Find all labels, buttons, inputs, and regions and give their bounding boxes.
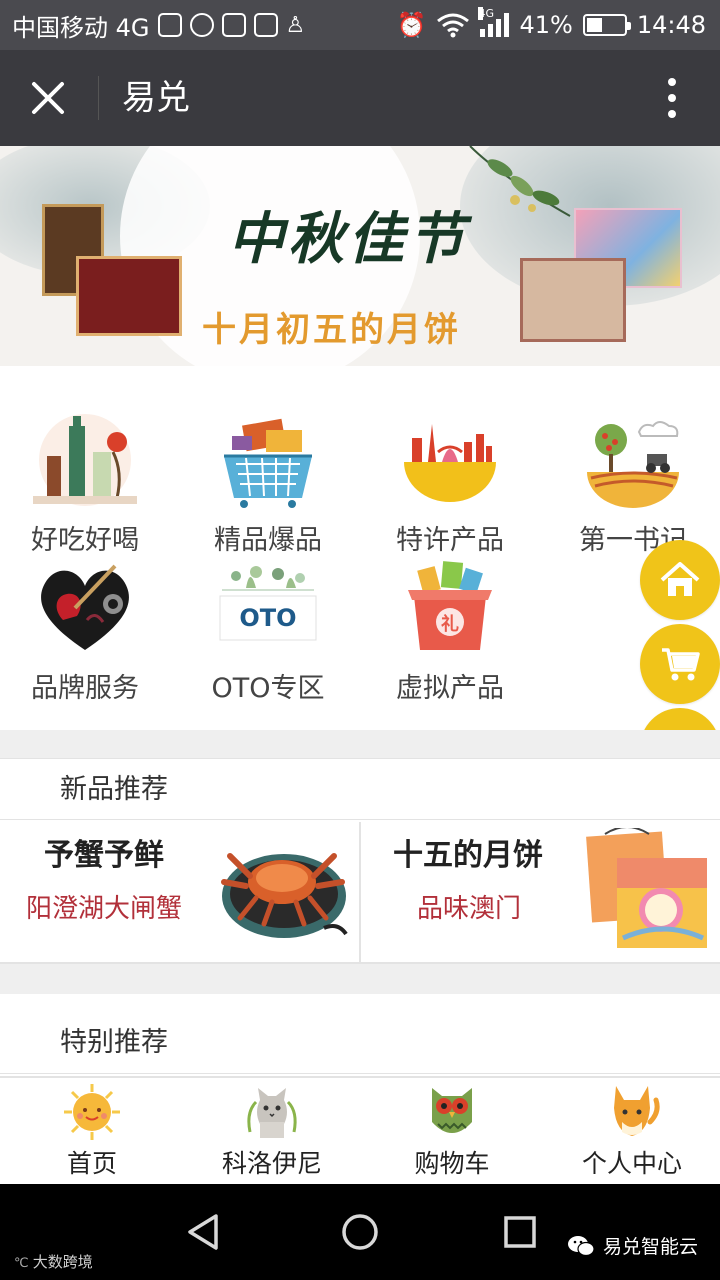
new-products-header: 新品推荐 bbox=[0, 758, 720, 820]
category-label: 精品爆品 bbox=[214, 525, 322, 556]
battery-fill bbox=[586, 18, 602, 32]
network-badge: 4G bbox=[478, 7, 495, 20]
tab-label: 个人中心 bbox=[581, 1149, 682, 1178]
close-icon bbox=[32, 82, 64, 114]
category-grid: 好吃好喝 精品爆品 特许产品 第一书记 品牌服务 OTO OTO专区 礼 虚拟产… bbox=[0, 366, 720, 730]
sun-face-icon bbox=[62, 1082, 122, 1142]
watermark-left: ℃ 大数跨境 bbox=[14, 1251, 93, 1272]
fox-icon bbox=[602, 1082, 662, 1142]
promo-card-crab[interactable]: 予蟹予鲜 阳澄湖大闸蟹 bbox=[0, 822, 357, 962]
owl-icon bbox=[422, 1082, 482, 1142]
recents-square-icon bbox=[504, 1216, 536, 1248]
category-food-drink[interactable]: 好吃好喝 bbox=[0, 412, 175, 557]
cart-icon bbox=[662, 648, 700, 681]
home-nav-button[interactable] bbox=[330, 1206, 390, 1258]
wifi-icon bbox=[437, 13, 470, 38]
battery-icon bbox=[582, 14, 631, 36]
food-drink-icon bbox=[33, 412, 137, 508]
leaves-graphic bbox=[469, 146, 571, 217]
banner-headline: 中秋佳节 bbox=[228, 206, 468, 272]
tab-home[interactable]: 首页 bbox=[2, 1078, 182, 1186]
category-label: 好吃好喝 bbox=[31, 525, 139, 556]
watermark-right-text: 易兑智能云 bbox=[602, 1236, 698, 1258]
category-label: 虚拟产品 bbox=[396, 673, 504, 704]
app-notification-icon bbox=[189, 13, 214, 37]
battery-percent: 41% bbox=[519, 11, 573, 39]
watermark-right: 易兑智能云 bbox=[567, 1232, 698, 1259]
cat-icon bbox=[242, 1082, 302, 1142]
gift-badge-text: 礼 bbox=[441, 613, 459, 635]
banner-subtitle: 十月初五的月饼 bbox=[202, 310, 461, 350]
tab-label: 首页 bbox=[66, 1149, 117, 1178]
screen: 中国移动 4G ♙ ⏰ 4G 41% 14:48 易兑 中秋佳节 十月初五的月饼… bbox=[0, 0, 720, 1280]
category-label: 特许产品 bbox=[396, 525, 504, 556]
category-premium[interactable]: 精品爆品 bbox=[178, 412, 358, 557]
tab-label: 科洛伊尼 bbox=[221, 1149, 322, 1178]
promo-title: 予蟹予鲜 bbox=[44, 838, 164, 873]
status-bar: 中国移动 4G ♙ ⏰ 4G 41% 14:48 bbox=[0, 0, 720, 50]
farm-icon bbox=[581, 412, 685, 508]
system-nav-bar: ℃ 大数跨境 易兑智能云 bbox=[0, 1184, 720, 1280]
section-title-new: 新品推荐 bbox=[60, 774, 168, 805]
watermark-logo-icon: ℃ bbox=[14, 1256, 33, 1271]
category-label: OTO专区 bbox=[211, 673, 325, 704]
special-spacer bbox=[0, 994, 720, 1012]
promo-subtitle: 品味澳门 bbox=[417, 894, 522, 924]
tab-label: 购物车 bbox=[414, 1149, 490, 1178]
mid-autumn-banner[interactable]: 中秋佳节 十月初五的月饼 bbox=[0, 146, 720, 366]
clock: 14:48 bbox=[636, 11, 706, 39]
guitar-heart-icon bbox=[33, 560, 137, 656]
shopping-basket-icon bbox=[216, 412, 320, 508]
page-title: 易兑 bbox=[122, 78, 190, 118]
mooncake-box-image bbox=[586, 828, 707, 948]
chat-notification-icon bbox=[253, 13, 278, 37]
bottom-tab-bar: 首页 科洛伊尼 购物车 个人中心 bbox=[0, 1076, 720, 1184]
title-divider bbox=[98, 76, 99, 120]
promo-title: 十五的月饼 bbox=[393, 838, 543, 873]
recents-button[interactable] bbox=[490, 1206, 550, 1258]
alarm-icon: ⏰ bbox=[396, 11, 427, 39]
mooncake-tray-image bbox=[76, 256, 182, 336]
promo-card-mooncake[interactable]: 十五的月饼 品味澳门 bbox=[359, 822, 716, 962]
mooncake-set-image bbox=[520, 258, 626, 342]
oto-icon: OTO bbox=[216, 560, 320, 656]
category-label: 品牌服务 bbox=[31, 673, 139, 704]
section-gap bbox=[0, 730, 720, 760]
message-notification-icon bbox=[221, 13, 246, 37]
more-button[interactable] bbox=[652, 76, 692, 120]
cart-float-button[interactable] bbox=[640, 624, 720, 704]
section-title-special: 特别推荐 bbox=[60, 1027, 168, 1058]
category-licensed[interactable]: 特许产品 bbox=[360, 412, 540, 557]
image-notification-icon bbox=[157, 13, 182, 37]
signal-icon: 4G bbox=[478, 7, 510, 37]
more-vertical-icon bbox=[668, 78, 676, 86]
gift-box-icon: 礼 bbox=[398, 560, 502, 656]
wechat-icon bbox=[567, 1235, 595, 1256]
tab-coloini[interactable]: 科洛伊尼 bbox=[182, 1078, 362, 1186]
tab-profile[interactable]: 个人中心 bbox=[542, 1078, 720, 1186]
category-oto[interactable]: OTO OTO专区 bbox=[178, 560, 358, 705]
crab-image bbox=[221, 853, 348, 938]
watermark-left-text: 大数跨境 bbox=[32, 1253, 93, 1271]
category-virtual[interactable]: 礼 虚拟产品 bbox=[360, 560, 540, 705]
tab-cart[interactable]: 购物车 bbox=[362, 1078, 542, 1186]
category-brand-service[interactable]: 品牌服务 bbox=[0, 560, 175, 705]
promo-subtitle: 阳澄湖大闸蟹 bbox=[26, 894, 183, 924]
close-button[interactable] bbox=[20, 70, 76, 126]
home-icon bbox=[660, 562, 700, 596]
back-button[interactable] bbox=[172, 1206, 232, 1258]
back-triangle-icon bbox=[188, 1214, 218, 1250]
oto-badge-text: OTO bbox=[239, 604, 296, 632]
category-first-secretary[interactable]: 第一书记 bbox=[543, 412, 720, 557]
bell-icon: ♙ bbox=[285, 12, 306, 38]
special-products-header: 特别推荐 bbox=[0, 1012, 720, 1074]
landmark-icon bbox=[398, 412, 502, 508]
section-gap bbox=[0, 964, 720, 994]
carrier-text: 中国移动 4G bbox=[12, 13, 150, 42]
title-bar: 易兑 bbox=[0, 50, 720, 146]
home-float-button[interactable] bbox=[640, 540, 720, 620]
promo-row: 予蟹予鲜 阳澄湖大闸蟹 十五的月饼 品味澳门 bbox=[0, 822, 720, 964]
home-circle-icon bbox=[342, 1214, 378, 1250]
